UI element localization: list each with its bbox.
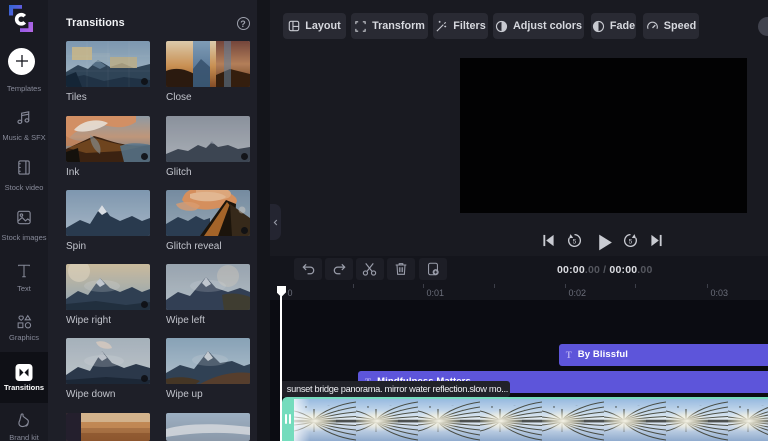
svg-text:5: 5 xyxy=(572,238,576,245)
svg-text:5: 5 xyxy=(628,238,632,245)
